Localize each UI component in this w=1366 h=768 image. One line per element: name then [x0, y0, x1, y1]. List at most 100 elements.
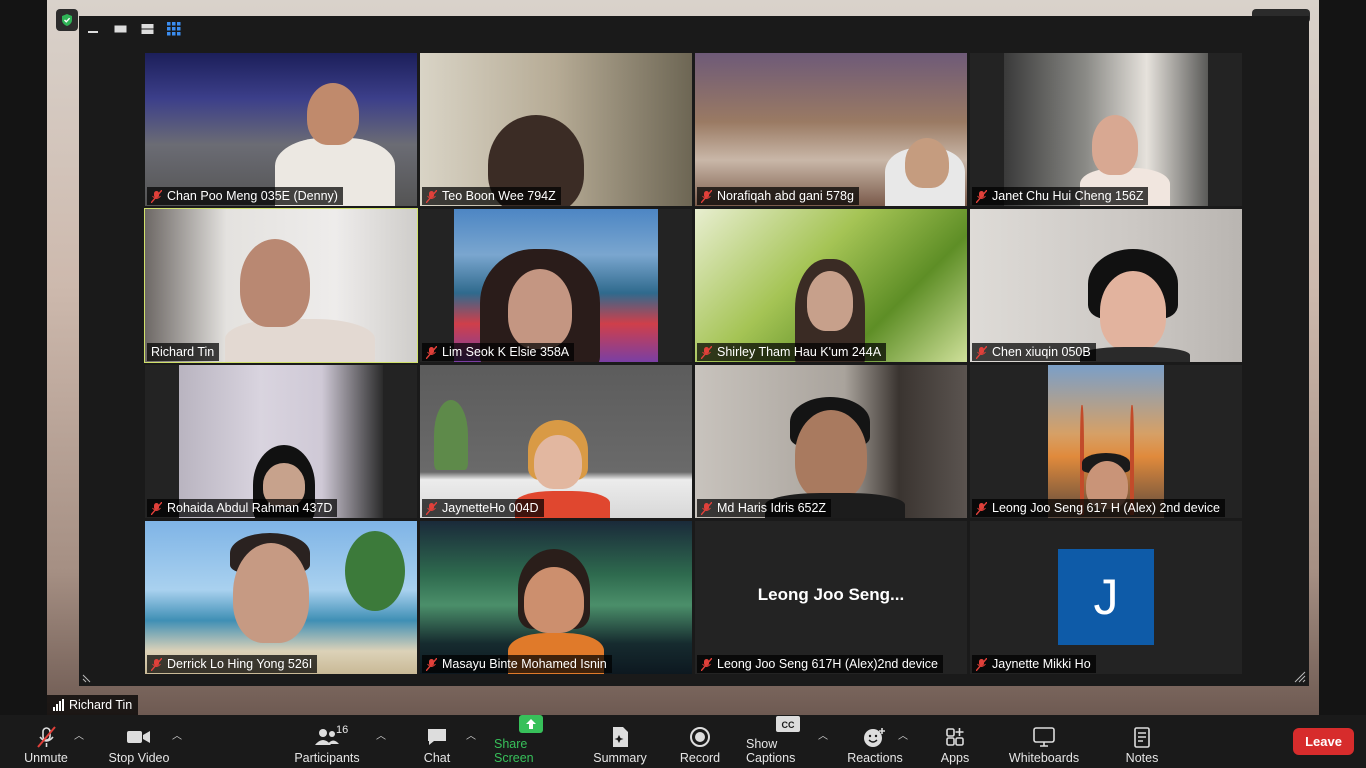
chat-options-caret-icon[interactable]: ︿: [466, 727, 476, 742]
video-camera-icon: [126, 726, 152, 748]
participant-tile[interactable]: Derrick Lo Hing Yong 526I: [145, 521, 417, 674]
notes-label: Notes: [1125, 751, 1159, 765]
participant-tile[interactable]: Lim Seok K Elsie 358A: [420, 209, 692, 362]
video-options-caret-icon[interactable]: ︿: [172, 727, 182, 742]
participants-button[interactable]: 16 Participants: [294, 719, 359, 765]
share-screen-button[interactable]: Share Screen: [494, 715, 568, 765]
show-captions-button[interactable]: CC Show Captions: [746, 716, 830, 765]
participant-grid: Chan Poo Meng 035E (Denny) Teo Boon Wee …: [144, 53, 1242, 674]
whiteboards-label: Whiteboards: [1008, 751, 1080, 765]
participant-face: [807, 271, 853, 331]
participant-name: Shirley Tham Hau K'um 244A: [717, 345, 882, 359]
connection-signal-icon: [53, 699, 64, 711]
audio-options-caret-icon[interactable]: ︿: [74, 727, 84, 742]
participant-name: Leong Joo Seng 617H (Alex)2nd device: [717, 657, 938, 671]
chat-bubble-icon: [426, 726, 448, 748]
muted-mic-icon: [150, 189, 163, 203]
split-view-icon[interactable]: [140, 22, 154, 36]
participant-tile[interactable]: Janet Chu Hui Cheng 156Z: [970, 53, 1242, 206]
single-view-icon[interactable]: [113, 22, 127, 36]
left-edge: [0, 0, 47, 715]
muted-mic-icon: [700, 501, 713, 515]
whiteboards-button[interactable]: Whiteboards: [1006, 719, 1082, 765]
participant-face: [233, 543, 309, 643]
share-screen-label: Share Screen: [494, 737, 534, 765]
security-shield-icon[interactable]: [56, 9, 78, 31]
stop-video-button[interactable]: Stop Video: [107, 719, 171, 765]
summary-button[interactable]: Summary: [592, 719, 648, 765]
participant-face: [905, 138, 949, 188]
resize-handle-left-icon[interactable]: [82, 670, 94, 683]
whiteboard-icon: [1032, 726, 1056, 748]
participant-face: [508, 269, 572, 349]
participant-name: Lim Seok K Elsie 358A: [442, 345, 570, 359]
participants-count-badge: 16: [336, 724, 349, 736]
participant-name: Leong Joo Seng 617 H (Alex) 2nd device: [992, 501, 1220, 515]
participant-tile[interactable]: Shirley Tham Hau K'um 244A: [695, 209, 967, 362]
participant-tile[interactable]: Teo Boon Wee 794Z: [420, 53, 692, 206]
reactions-options-caret-icon[interactable]: ︿: [898, 727, 908, 742]
name-tag: Richard Tin: [147, 343, 220, 361]
participant-name: JaynetteHo 004D: [442, 501, 539, 515]
participant-face: [307, 83, 359, 145]
participant-tile[interactable]: Leong Joo Seng 617 H (Alex) 2nd device: [970, 365, 1242, 518]
stop-video-label: Stop Video: [108, 751, 170, 765]
participant-tile[interactable]: Rohaida Abdul Rahman 437D: [145, 365, 417, 518]
unmute-button[interactable]: Unmute: [22, 719, 70, 765]
name-tag: Leong Joo Seng 617 H (Alex) 2nd device: [972, 499, 1225, 517]
participant-name: Md Haris Idris 652Z: [717, 501, 827, 515]
participant-name: Norafiqah abd gani 578g: [717, 189, 854, 203]
participant-tile-video-off[interactable]: J Jaynette Mikki Ho: [970, 521, 1242, 674]
name-tag: Teo Boon Wee 794Z: [422, 187, 561, 205]
record-icon: [689, 726, 711, 748]
closed-captions-icon: CC: [775, 714, 801, 734]
participant-tile-active-speaker[interactable]: Richard Tin: [144, 208, 418, 363]
chat-label: Chat: [423, 751, 451, 765]
apps-label: Apps: [940, 751, 970, 765]
meeting-toolbar: Unmute ︿ Stop Video ︿ 16 Participants ︿ …: [0, 715, 1366, 768]
gallery-view-controls: [86, 22, 181, 36]
participant-tile[interactable]: Norafiqah abd gani 578g: [695, 53, 967, 206]
participant-face: [1100, 271, 1166, 351]
captions-options-caret-icon[interactable]: ︿: [818, 727, 828, 742]
muted-mic-icon: [425, 189, 438, 203]
muted-mic-icon: [700, 345, 713, 359]
participant-name: Janet Chu Hui Cheng 156Z: [992, 189, 1144, 203]
participant-tile[interactable]: Md Haris Idris 652Z: [695, 365, 967, 518]
participant-tile[interactable]: Masayu Binte Mohamed Isnin: [420, 521, 692, 674]
muted-mic-icon: [425, 501, 438, 515]
reactions-button[interactable]: Reactions: [846, 719, 904, 765]
record-label: Record: [679, 751, 721, 765]
participant-name: Richard Tin: [151, 345, 215, 359]
palm-tree: [345, 531, 405, 611]
name-tag: Derrick Lo Hing Yong 526I: [147, 655, 318, 673]
summary-label: Summary: [593, 751, 647, 765]
apps-icon: [945, 726, 965, 748]
active-speaker-label: Richard Tin: [47, 695, 139, 715]
muted-mic-icon: [425, 657, 438, 671]
name-tag: Janet Chu Hui Cheng 156Z: [972, 187, 1149, 205]
participant-tile[interactable]: Chen xiuqin 050B: [970, 209, 1242, 362]
muted-mic-icon: [150, 501, 163, 515]
notes-button[interactable]: Notes: [1122, 719, 1162, 765]
participant-tile-video-off[interactable]: Leong Joo Seng... Leong Joo Seng 617H (A…: [695, 521, 967, 674]
participants-options-caret-icon[interactable]: ︿: [376, 727, 386, 742]
avatar-face: [524, 567, 584, 633]
apps-button[interactable]: Apps: [938, 719, 972, 765]
gallery-grid-icon[interactable]: [167, 22, 181, 36]
participant-tile[interactable]: Chan Poo Meng 035E (Denny): [145, 53, 417, 206]
leave-button[interactable]: Leave: [1293, 728, 1354, 755]
name-tag: Lim Seok K Elsie 358A: [422, 343, 575, 361]
summary-document-icon: [610, 726, 630, 748]
chat-button[interactable]: Chat: [420, 719, 454, 765]
share-screen-icon: [518, 714, 544, 734]
participant-body: [225, 319, 375, 362]
participant-center-name: Leong Joo Seng...: [757, 585, 905, 604]
record-button[interactable]: Record: [678, 719, 722, 765]
name-tag: Norafiqah abd gani 578g: [697, 187, 859, 205]
participant-tile[interactable]: JaynetteHo 004D: [420, 365, 692, 518]
participant-body: [1080, 347, 1190, 362]
participant-face: [534, 435, 582, 489]
resize-handle-right-icon[interactable]: [1294, 670, 1306, 683]
minimize-icon[interactable]: [86, 22, 100, 36]
